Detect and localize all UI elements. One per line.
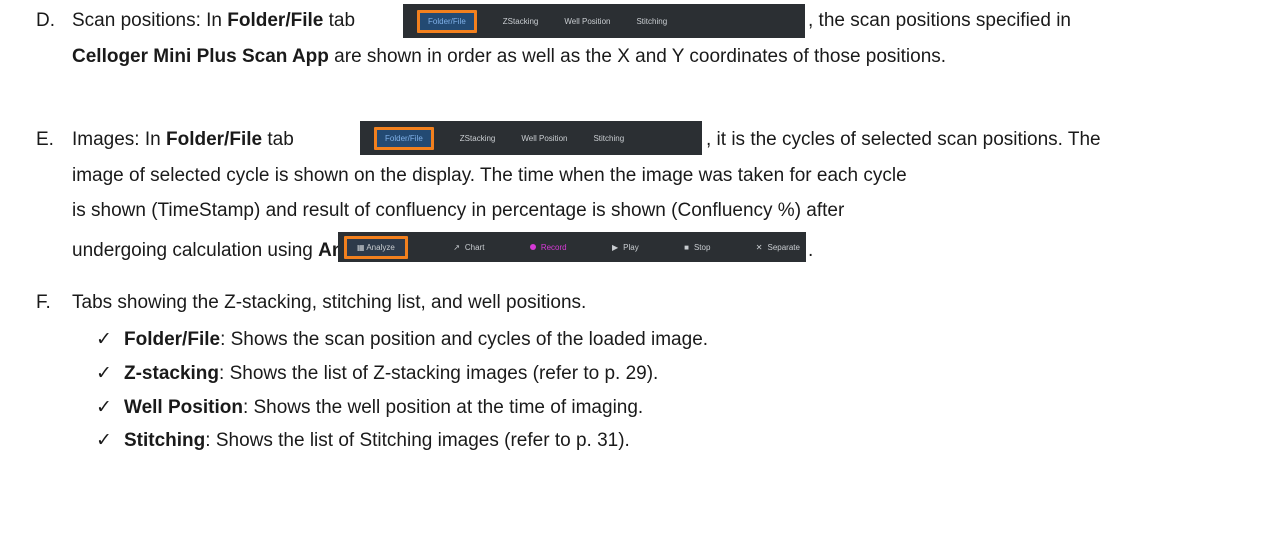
tab-well-position: Well Position — [564, 16, 611, 26]
bullet-text: : Shows the list of Z-stacking images (r… — [219, 363, 659, 384]
tab-folder-file: Folder/File — [374, 126, 434, 150]
item-d-app-name: Celloger Mini Plus Scan App — [72, 46, 329, 67]
item-e-text-post: tab — [262, 129, 294, 150]
item-d-line2: Celloger Mini Plus Scan App are shown in… — [72, 46, 946, 68]
item-e-letter: E. — [36, 129, 54, 150]
record-icon — [529, 244, 536, 250]
item-d-letter: D. — [36, 10, 55, 31]
stop-button: ■ Stop — [684, 243, 710, 252]
tab-zstacking: ZStacking — [459, 133, 496, 143]
item-e-tail: , it is the cycles of selected scan posi… — [706, 129, 1101, 150]
play-button: ▶ Play — [612, 243, 639, 252]
item-e-bold: Folder/File — [166, 129, 263, 150]
tab-well-position: Well Position — [521, 133, 568, 143]
item-e-line4-text: undergoing calculation using — [72, 240, 319, 261]
tab-zstacking: ZStacking — [502, 16, 539, 26]
play-icon: ▶ — [612, 242, 619, 252]
bullet-text: : Shows the scan position and cycles of … — [220, 329, 709, 350]
stop-label: Stop — [693, 242, 711, 252]
analyze-button: ▦ Analyze — [344, 235, 408, 259]
item-e-line1: Images: In Folder/File tab — [72, 129, 294, 151]
tab-toolbar-image-d: Folder/File ZStacking Well Position Stit… — [403, 4, 805, 38]
item-e-period: . — [808, 240, 814, 261]
analyze-label: Analyze — [366, 242, 395, 252]
bullet-text: : Shows the list of Stitching images (re… — [205, 430, 630, 451]
play-label: Play — [623, 242, 639, 252]
check-icon: ✓ — [96, 363, 112, 384]
bullet-stitching: ✓ Stitching: Shows the list of Stitching … — [96, 429, 630, 452]
separate-button: ✕ Separate — [756, 243, 800, 252]
item-d-bold: Folder/File — [227, 10, 324, 31]
check-icon: ✓ — [96, 430, 112, 451]
bullet-label: Well Position — [124, 397, 243, 418]
tab-folder-file: Folder/File — [417, 9, 477, 33]
tab-stitching: Stitching — [593, 133, 625, 143]
tab-stitching: Stitching — [636, 16, 668, 26]
record-label: Record — [540, 242, 567, 252]
analyze-icon: ▦ — [357, 242, 365, 252]
check-icon: ✓ — [96, 397, 112, 418]
item-e-line2: image of selected cycle is shown on the … — [72, 165, 907, 186]
separate-icon: ✕ — [755, 242, 763, 252]
bullet-z-stacking: ✓ Z-stacking: Shows the list of Z-stackin… — [96, 362, 658, 385]
bullet-well-position: ✓ Well Position: Shows the well position … — [96, 396, 643, 419]
item-d-text-post: tab — [323, 10, 356, 31]
chart-button: ↗ Chart — [453, 243, 484, 252]
item-d-text: Scan positions: In — [72, 10, 228, 31]
item-f-text: Tabs showing the Z-stacking, stitching l… — [72, 292, 587, 313]
record-button: Record — [529, 242, 567, 252]
item-e-text: Images: In — [72, 129, 166, 150]
separate-label: Separate — [767, 242, 800, 252]
analyze-toolbar-image: ▦ Analyze ↗ Chart Record ▶ Play ■ Stop ✕… — [338, 232, 806, 262]
bullet-folder-file: ✓ Folder/File: Shows the scan position an… — [96, 328, 708, 351]
bullet-label: Stitching — [124, 430, 206, 451]
item-e-line3: is shown (TimeStamp) and result of confl… — [72, 200, 845, 221]
item-f-letter: F. — [36, 292, 51, 313]
item-d-line2-text: are shown in order as well as the X and … — [328, 46, 947, 67]
bullet-label: Folder/File — [124, 329, 221, 350]
chart-icon: ↗ — [453, 242, 460, 252]
item-d-tail: , the scan positions specified in — [808, 10, 1071, 31]
bullet-label: Z-stacking — [124, 363, 220, 384]
check-icon: ✓ — [96, 329, 112, 350]
stop-icon: ■ — [684, 242, 689, 252]
chart-label: Chart — [464, 242, 485, 252]
tab-toolbar-image-e: Folder/File ZStacking Well Position Stit… — [360, 121, 702, 155]
bullet-text: : Shows the well position at the time of… — [242, 397, 644, 418]
item-d-line1: Scan positions: In Folder/File tab — [72, 10, 355, 32]
